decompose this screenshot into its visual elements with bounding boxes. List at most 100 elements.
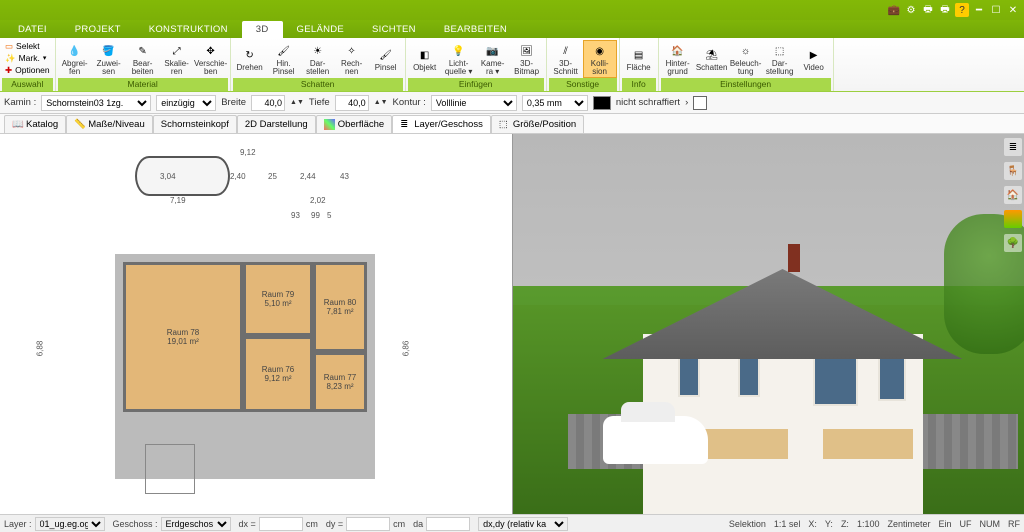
darstellung-button[interactable]: ⬚Dar- stellung (763, 40, 797, 78)
breite-label: Breite (221, 97, 246, 108)
tab-datei[interactable]: DATEI (4, 21, 61, 38)
palette-icon[interactable] (1004, 210, 1022, 228)
briefcase-icon[interactable]: 💼 (887, 3, 901, 17)
hintergrund-button[interactable]: 🏠Hinter- grund (661, 40, 695, 78)
zug-select[interactable]: einzügig (156, 95, 216, 111)
da-input[interactable] (426, 517, 470, 531)
abgreifen-button[interactable]: 💧Abgrei- fen (58, 40, 92, 78)
room-77[interactable]: Raum 77 8,23 m² (313, 352, 367, 412)
darstellen-button[interactable]: ☀Dar- stellen (301, 40, 335, 78)
subtab-2d[interactable]: 2D Darstellung (237, 115, 316, 133)
tree-icon[interactable]: 🌳 (1004, 234, 1022, 252)
help-icon[interactable]: ? (955, 3, 969, 17)
3d-view-pane[interactable]: ≣ 🪑 🏠 🌳 (512, 134, 1024, 514)
close-icon[interactable]: ✕ (1006, 3, 1020, 17)
lichtquelle-button[interactable]: 💡Licht- quelle ▾ (442, 40, 476, 78)
objekt-button[interactable]: ◧Objekt (408, 40, 442, 78)
rf-indicator: RF (1008, 519, 1020, 529)
room-76[interactable]: Raum 76 9,12 m² (243, 336, 313, 412)
tiefe-input[interactable] (335, 95, 369, 111)
main-tabs: DATEI PROJEKT KONSTRUKTION 3D GELÄNDE SI… (0, 20, 1024, 38)
car-3d[interactable] (603, 416, 708, 464)
house-3d[interactable] (548, 179, 975, 494)
hin-pinsel-button[interactable]: 🖌Hin. Pinsel (267, 40, 301, 78)
minimize-icon[interactable]: ━ (972, 3, 986, 17)
printer2-icon[interactable]: 🖶 (938, 3, 952, 17)
patio-furniture[interactable] (145, 444, 195, 494)
layer-select[interactable]: 01_ug.eg.og (35, 517, 105, 531)
lighting-icon: ☼ (736, 42, 756, 60)
schnitt-button[interactable]: ⫽3D- Schnitt (549, 40, 583, 78)
ritem-label: Kolli- sion (591, 60, 609, 76)
tab-bearbeiten[interactable]: BEARBEITEN (430, 21, 521, 38)
rechnen-button[interactable]: ✧Rech- nen (335, 40, 369, 78)
subtab-oberflaeche[interactable]: Oberfläche (316, 115, 392, 133)
home-mini-icon[interactable]: 🏠 (1004, 186, 1022, 204)
breite-input[interactable] (251, 95, 285, 111)
linestyle-select[interactable]: Volllinie (431, 95, 517, 111)
chevron-right-icon[interactable]: › (685, 97, 688, 108)
y-label: Y: (825, 519, 833, 529)
subtab-groesse[interactable]: ⬚Größe/Position (491, 115, 584, 133)
ritem-label: 3D- Schnitt (553, 60, 577, 76)
furniture-icon[interactable]: 🪑 (1004, 162, 1022, 180)
kollision-button[interactable]: ◉Kolli- sion (583, 40, 617, 78)
room-78[interactable]: Raum 78 19,01 m² (123, 262, 243, 412)
layers-icon: ≣ (400, 119, 411, 130)
bearbeiten-button[interactable]: ✎Bear- beiten (126, 40, 160, 78)
tab-3d[interactable]: 3D (242, 21, 283, 38)
beleuchtung-button[interactable]: ☼Beleuch- tung (729, 40, 763, 78)
kamera-button[interactable]: 📷Kame- ra ▾ (476, 40, 510, 78)
chimney-type-select[interactable]: Schornstein03 1zg. (41, 95, 151, 111)
subtab-schornsteinkopf[interactable]: Schornsteinkopf (153, 115, 237, 133)
tab-gelaende[interactable]: GELÄNDE (283, 21, 359, 38)
subtab-masse[interactable]: 📏Maße/Niveau (66, 115, 153, 133)
coord-mode-select[interactable]: dx,dy (relativ ka (478, 517, 568, 531)
mark-button[interactable]: ✨Mark.▾ (2, 52, 53, 64)
subtab-layer[interactable]: ≣Layer/Geschoss (392, 115, 491, 133)
dx-label: dx = (239, 519, 256, 529)
light-icon: 💡 (449, 42, 469, 60)
subtab-katalog[interactable]: 📖Katalog (4, 115, 66, 133)
room-name: Raum 76 (262, 365, 294, 374)
tab-konstruktion[interactable]: KONSTRUKTION (135, 21, 242, 38)
bitmap-button[interactable]: 🖼3D- Bitmap (510, 40, 544, 78)
printer-icon[interactable]: 🖶 (921, 3, 935, 17)
dx-input[interactable] (259, 517, 303, 531)
optionen-button[interactable]: ✚Optionen (2, 64, 53, 76)
dim: 43 (340, 172, 349, 181)
schatten-button[interactable]: ⛱Schatten (695, 40, 729, 78)
geschoss-select[interactable]: Erdgeschos (161, 517, 231, 531)
thickness-select[interactable]: 0,35 mm (522, 95, 588, 111)
flaeche-button[interactable]: ▤Fläche (622, 40, 656, 78)
dim: 2,02 (310, 196, 326, 205)
video-button[interactable]: ▶Video (797, 40, 831, 78)
zuweisen-button[interactable]: 🪣Zuwei- sen (92, 40, 126, 78)
dim: 6,88 (35, 341, 44, 357)
car-2d[interactable] (135, 156, 230, 196)
fill-swatch[interactable] (693, 96, 707, 110)
dy-input[interactable] (346, 517, 390, 531)
layer-stack-icon[interactable]: ≣ (1004, 138, 1022, 156)
room-80[interactable]: Raum 80 7,81 m² (313, 262, 367, 352)
tab-sichten[interactable]: SICHTEN (358, 21, 430, 38)
skalieren-button[interactable]: ⤢Skalie- ren (160, 40, 194, 78)
maximize-icon[interactable]: ☐ (989, 3, 1003, 17)
spinner-icon[interactable]: ▲▼ (374, 99, 388, 106)
floorplan-pane[interactable]: 9,12 3,04 2,40 25 2,44 43 7,19 2,02 93 9… (0, 134, 512, 514)
ritem-label: Bear- beiten (132, 60, 154, 76)
drehen-button[interactable]: ↻Drehen (233, 40, 267, 78)
collision-icon: ◉ (590, 42, 610, 60)
verschieben-button[interactable]: ✥Verschie- ben (194, 40, 228, 78)
subtab-label: Layer/Geschoss (414, 119, 483, 130)
ritem-label: Verschie- ben (194, 60, 227, 76)
gear-icon[interactable]: ⚙ (904, 3, 918, 17)
pinsel-button[interactable]: 🖌Pinsel (369, 40, 403, 78)
group-label-einstellungen: Einstellungen (661, 78, 831, 91)
select-button[interactable]: ▭Selekt (2, 40, 53, 52)
color-swatch[interactable] (593, 96, 611, 110)
tab-projekt[interactable]: PROJEKT (61, 21, 135, 38)
dim: 25 (268, 172, 277, 181)
room-79[interactable]: Raum 79 5,10 m² (243, 262, 313, 336)
spinner-icon[interactable]: ▲▼ (290, 99, 304, 106)
